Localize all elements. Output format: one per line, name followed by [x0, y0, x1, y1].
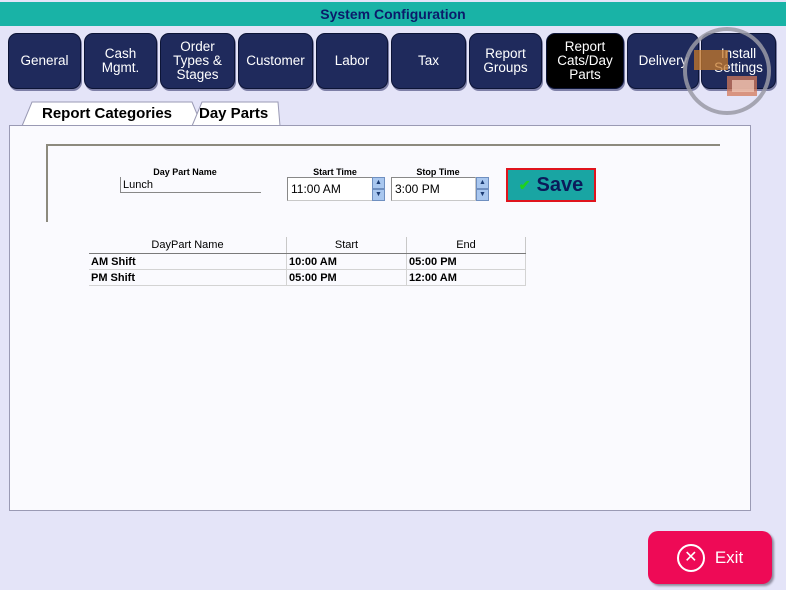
tab-general[interactable]: General: [8, 33, 81, 89]
pos-logo-icon: [683, 27, 771, 115]
table-cell: 05:00 PM: [406, 253, 526, 270]
column-header[interactable]: DayPart Name: [89, 237, 287, 254]
day-part-name-input[interactable]: Lunch: [120, 177, 261, 193]
stop-time-label: Stop Time: [416, 167, 460, 177]
table-cell: AM Shift: [89, 253, 287, 270]
spin-down-icon[interactable]: ▼: [372, 189, 385, 201]
exit-button[interactable]: ✕ Exit: [648, 531, 772, 584]
tab-report-cats-day-parts[interactable]: Report Cats/Day Parts: [546, 33, 624, 89]
table-header-row: DayPart Name Start End: [89, 237, 526, 254]
tab-label: Delivery: [638, 53, 688, 68]
tab-customer[interactable]: Customer: [238, 33, 313, 89]
tab-label: Groups: [483, 60, 528, 75]
tab-label: Order: [180, 39, 215, 54]
start-time-label: Start Time: [313, 167, 357, 177]
tab-label: General: [20, 53, 69, 68]
close-circle-icon: ✕: [676, 543, 705, 572]
sub-tab-report-categories[interactable]: Report Categories: [42, 102, 172, 126]
tab-report-groups[interactable]: Report Groups: [469, 33, 542, 89]
day-parts-table: DayPart Name Start End AM Shift 10:00 AM…: [89, 237, 526, 286]
tab-label: Cats/Day: [557, 53, 613, 68]
window-title: System Configuration: [0, 2, 786, 26]
exit-label: Exit: [714, 547, 744, 567]
tab-label: Report: [485, 46, 526, 61]
tab-label: Types &: [173, 53, 222, 68]
start-time-input[interactable]: 11:00 AM: [287, 177, 373, 201]
spin-up-icon[interactable]: ▲: [476, 177, 489, 189]
tab-tax[interactable]: Tax: [391, 33, 466, 89]
tab-label: Report: [564, 39, 606, 54]
tab-label: Cash: [104, 46, 137, 61]
spin-up-icon[interactable]: ▲: [372, 177, 385, 189]
stop-time-spinner[interactable]: ▲ ▼: [476, 177, 489, 201]
stop-time-input[interactable]: 3:00 PM: [391, 177, 476, 201]
column-header[interactable]: End: [406, 237, 526, 254]
checkmark-icon: ✔: [518, 176, 531, 193]
start-time-spinner[interactable]: ▲ ▼: [372, 177, 385, 201]
save-button[interactable]: ✔ Save: [506, 168, 596, 202]
tab-label: Labor: [334, 53, 370, 68]
column-header[interactable]: Start: [286, 237, 407, 254]
tab-labor[interactable]: Labor: [316, 33, 388, 89]
tab-cash-mgmt[interactable]: Cash Mgmt.: [84, 33, 157, 89]
tab-order-types[interactable]: Order Types & Stages: [160, 33, 235, 89]
table-cell: 05:00 PM: [286, 269, 407, 286]
spin-down-icon[interactable]: ▼: [476, 189, 489, 201]
day-part-name-label: Day Part Name: [153, 167, 217, 177]
save-label: Save: [536, 173, 584, 196]
sub-tab-day-parts[interactable]: Day Parts: [199, 102, 268, 126]
table-cell: 12:00 AM: [406, 269, 526, 286]
table-row[interactable]: AM Shift 10:00 AM 05:00 PM: [89, 253, 526, 270]
tab-label: Tax: [417, 53, 439, 68]
table-cell: PM Shift: [89, 269, 287, 286]
tab-label: Mgmt.: [101, 60, 140, 75]
tab-label: Customer: [246, 53, 305, 68]
tab-label: Parts: [569, 67, 601, 82]
tab-label: Stages: [176, 67, 219, 82]
table-row[interactable]: PM Shift 05:00 PM 12:00 AM: [89, 269, 526, 286]
table-cell: 10:00 AM: [286, 253, 407, 270]
